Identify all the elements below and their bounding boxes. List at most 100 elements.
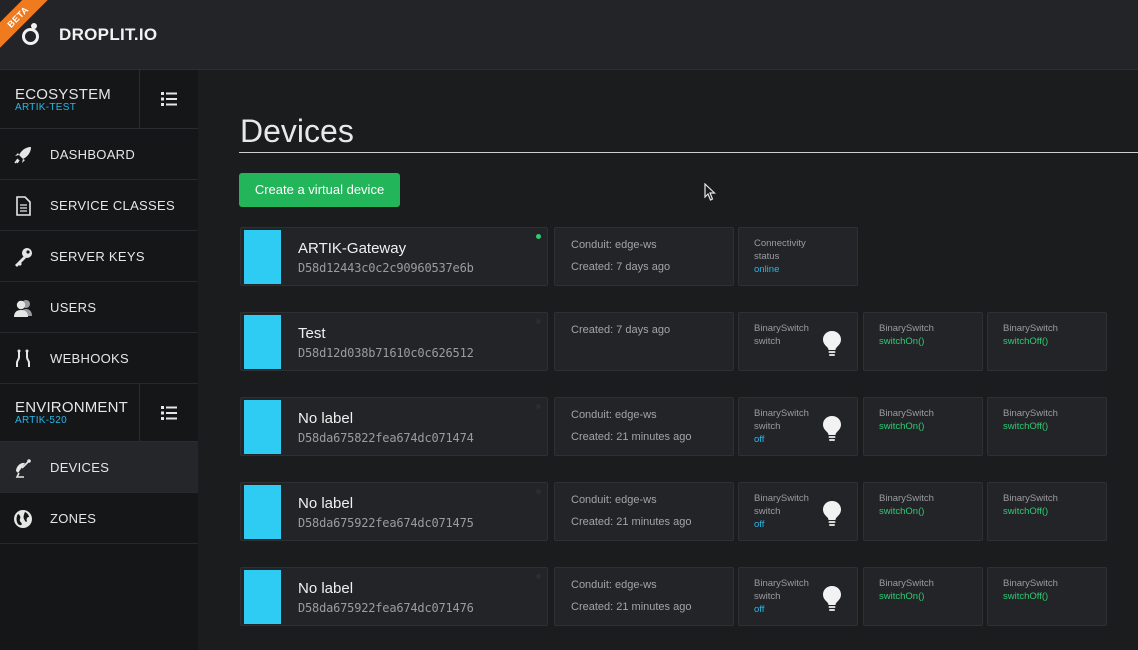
service-class-label: Connectivity (754, 238, 806, 249)
brand-name[interactable]: DROPLIT.IO (59, 25, 157, 45)
list-icon (161, 92, 177, 106)
light-bulb-icon[interactable] (822, 585, 842, 613)
device-id: D58da675922fea674dc071476 (298, 601, 474, 615)
device-card[interactable]: ARTIK-Gateway D58d12443c0c2c90960537e6b (240, 227, 548, 286)
device-created: Created: 7 days ago (571, 261, 671, 273)
switch-on-method-card[interactable]: BinarySwitch switchOn() (863, 567, 983, 626)
online-status-dot (536, 234, 541, 239)
device-id: D58d12d038b71610c0c626512 (298, 346, 474, 360)
offline-status-dot (536, 489, 541, 494)
list-icon (161, 405, 177, 420)
switch-on-method-card[interactable]: BinarySwitch switchOn() (863, 482, 983, 541)
device-created: Created: 21 minutes ago (571, 431, 692, 443)
offline-status-dot (536, 404, 541, 409)
environment-section: ENVIRONMENT ARTIK-520 (0, 384, 198, 442)
switch-on-method[interactable]: switchOn() (879, 591, 924, 602)
switch-off-method-card[interactable]: BinarySwitch switchOff() (987, 567, 1107, 626)
satellite-icon (15, 459, 31, 478)
device-info-card: Conduit: edge-ws Created: 21 minutes ago (554, 482, 734, 541)
service-class-label: BinarySwitch (1003, 323, 1058, 334)
device-card[interactable]: Test D58d12d038b71610c0c626512 (240, 312, 548, 371)
service-class-label: BinarySwitch (1003, 578, 1058, 589)
device-card[interactable]: No label D58da675922fea674dc071476 (240, 567, 548, 626)
switch-on-method-card[interactable]: BinarySwitch switchOn() (863, 397, 983, 456)
device-name: No label (298, 410, 354, 427)
connectivity-status-card: Connectivity status online (738, 227, 858, 286)
device-card[interactable]: No label D58da675922fea674dc071475 (240, 482, 548, 541)
sidebar-item-users[interactable]: USERS (0, 282, 198, 333)
service-property-label: switch (754, 336, 781, 347)
switch-off-method-card[interactable]: BinarySwitch switchOff() (987, 312, 1107, 371)
device-created: Created: 7 days ago (571, 324, 671, 336)
page-title: Devices (240, 113, 354, 149)
ecosystem-list-button[interactable] (139, 70, 198, 128)
ecosystem-name: ARTIK-TEST (15, 102, 77, 113)
device-name: No label (298, 580, 354, 597)
device-color-swatch (244, 485, 281, 539)
sidebar-item-webhooks[interactable]: WEBHOOKS (0, 333, 198, 384)
switch-off-method-card[interactable]: BinarySwitch switchOff() (987, 397, 1107, 456)
service-property-label: switch (754, 421, 781, 432)
switch-on-method-card[interactable]: BinarySwitch switchOn() (863, 312, 983, 371)
create-virtual-device-button[interactable]: Create a virtual device (239, 173, 400, 207)
switch-off-method[interactable]: switchOff() (1003, 421, 1048, 432)
sidebar-item-zones[interactable]: ZONES (0, 493, 198, 544)
environment-title: ENVIRONMENT (15, 399, 129, 416)
binary-switch-property-card[interactable]: BinarySwitch switch (738, 312, 858, 371)
device-created: Created: 21 minutes ago (571, 601, 692, 613)
device-id: D58da675822fea674dc071474 (298, 431, 474, 445)
device-created: Created: 21 minutes ago (571, 516, 692, 528)
sidebar-item-label: DEVICES (50, 459, 110, 475)
sidebar-item-dashboard[interactable]: DASHBOARD (0, 129, 198, 180)
binary-switch-property-card[interactable]: BinarySwitch switch off (738, 567, 858, 626)
service-property-label: switch (754, 506, 781, 517)
device-info-card: Conduit: edge-ws Created: 21 minutes ago (554, 397, 734, 456)
device-id: D58da675922fea674dc071475 (298, 516, 474, 530)
switch-off-method[interactable]: switchOff() (1003, 506, 1048, 517)
device-color-swatch (244, 570, 281, 624)
binary-switch-property-card[interactable]: BinarySwitch switch off (738, 482, 858, 541)
sidebar-item-devices[interactable]: DEVICES (0, 442, 198, 493)
light-bulb-icon[interactable] (822, 500, 842, 528)
offline-status-dot (536, 319, 541, 324)
device-info-card: Created: 7 days ago (554, 312, 734, 371)
sidebar-item-label: WEBHOOKS (50, 350, 129, 366)
service-class-label: BinarySwitch (879, 578, 934, 589)
service-class-label: BinarySwitch (879, 323, 934, 334)
light-bulb-icon[interactable] (822, 415, 842, 443)
sidebar-item-service-classes[interactable]: SERVICE CLASSES (0, 180, 198, 231)
sidebar-item-label: DASHBOARD (50, 146, 136, 162)
light-bulb-icon[interactable] (822, 330, 842, 358)
logo-icon[interactable] (22, 28, 39, 45)
sidebar-item-label: USERS (50, 299, 97, 315)
service-property-value: off (754, 434, 765, 445)
device-conduit: Conduit: edge-ws (571, 239, 657, 251)
globe-icon (14, 510, 32, 528)
switch-on-method[interactable]: switchOn() (879, 506, 924, 517)
device-info-card: Conduit: edge-ws Created: 21 minutes ago (554, 567, 734, 626)
switch-on-method[interactable]: switchOn() (879, 336, 924, 347)
device-card[interactable]: No label D58da675822fea674dc071474 (240, 397, 548, 456)
device-conduit: Conduit: edge-ws (571, 409, 657, 421)
switch-off-method[interactable]: switchOff() (1003, 336, 1048, 347)
service-property-label: switch (754, 591, 781, 602)
sidebar-item-label: SERVICE CLASSES (50, 197, 175, 213)
binary-switch-property-card[interactable]: BinarySwitch switch off (738, 397, 858, 456)
service-class-label: BinarySwitch (754, 408, 809, 419)
device-id: D58d12443c0c2c90960537e6b (298, 261, 474, 275)
sidebar-item-server-keys[interactable]: SERVER KEYS (0, 231, 198, 282)
device-info-card: Conduit: edge-ws Created: 7 days ago (554, 227, 734, 286)
switch-off-method-card[interactable]: BinarySwitch switchOff() (987, 482, 1107, 541)
switch-on-method[interactable]: switchOn() (879, 421, 924, 432)
sidebar-item-label: SERVER KEYS (50, 248, 145, 264)
device-name: Test (298, 325, 326, 342)
switch-off-method[interactable]: switchOff() (1003, 591, 1048, 602)
rocket-icon (14, 147, 31, 164)
device-name: ARTIK-Gateway (298, 240, 407, 257)
environment-list-button[interactable] (139, 384, 198, 441)
sidebar-item-label: ZONES (50, 510, 97, 526)
service-property-label: status (754, 251, 780, 262)
service-property-value: off (754, 519, 765, 530)
ecosystem-section: ECOSYSTEM ARTIK-TEST (0, 70, 198, 129)
service-class-label: BinarySwitch (879, 408, 934, 419)
